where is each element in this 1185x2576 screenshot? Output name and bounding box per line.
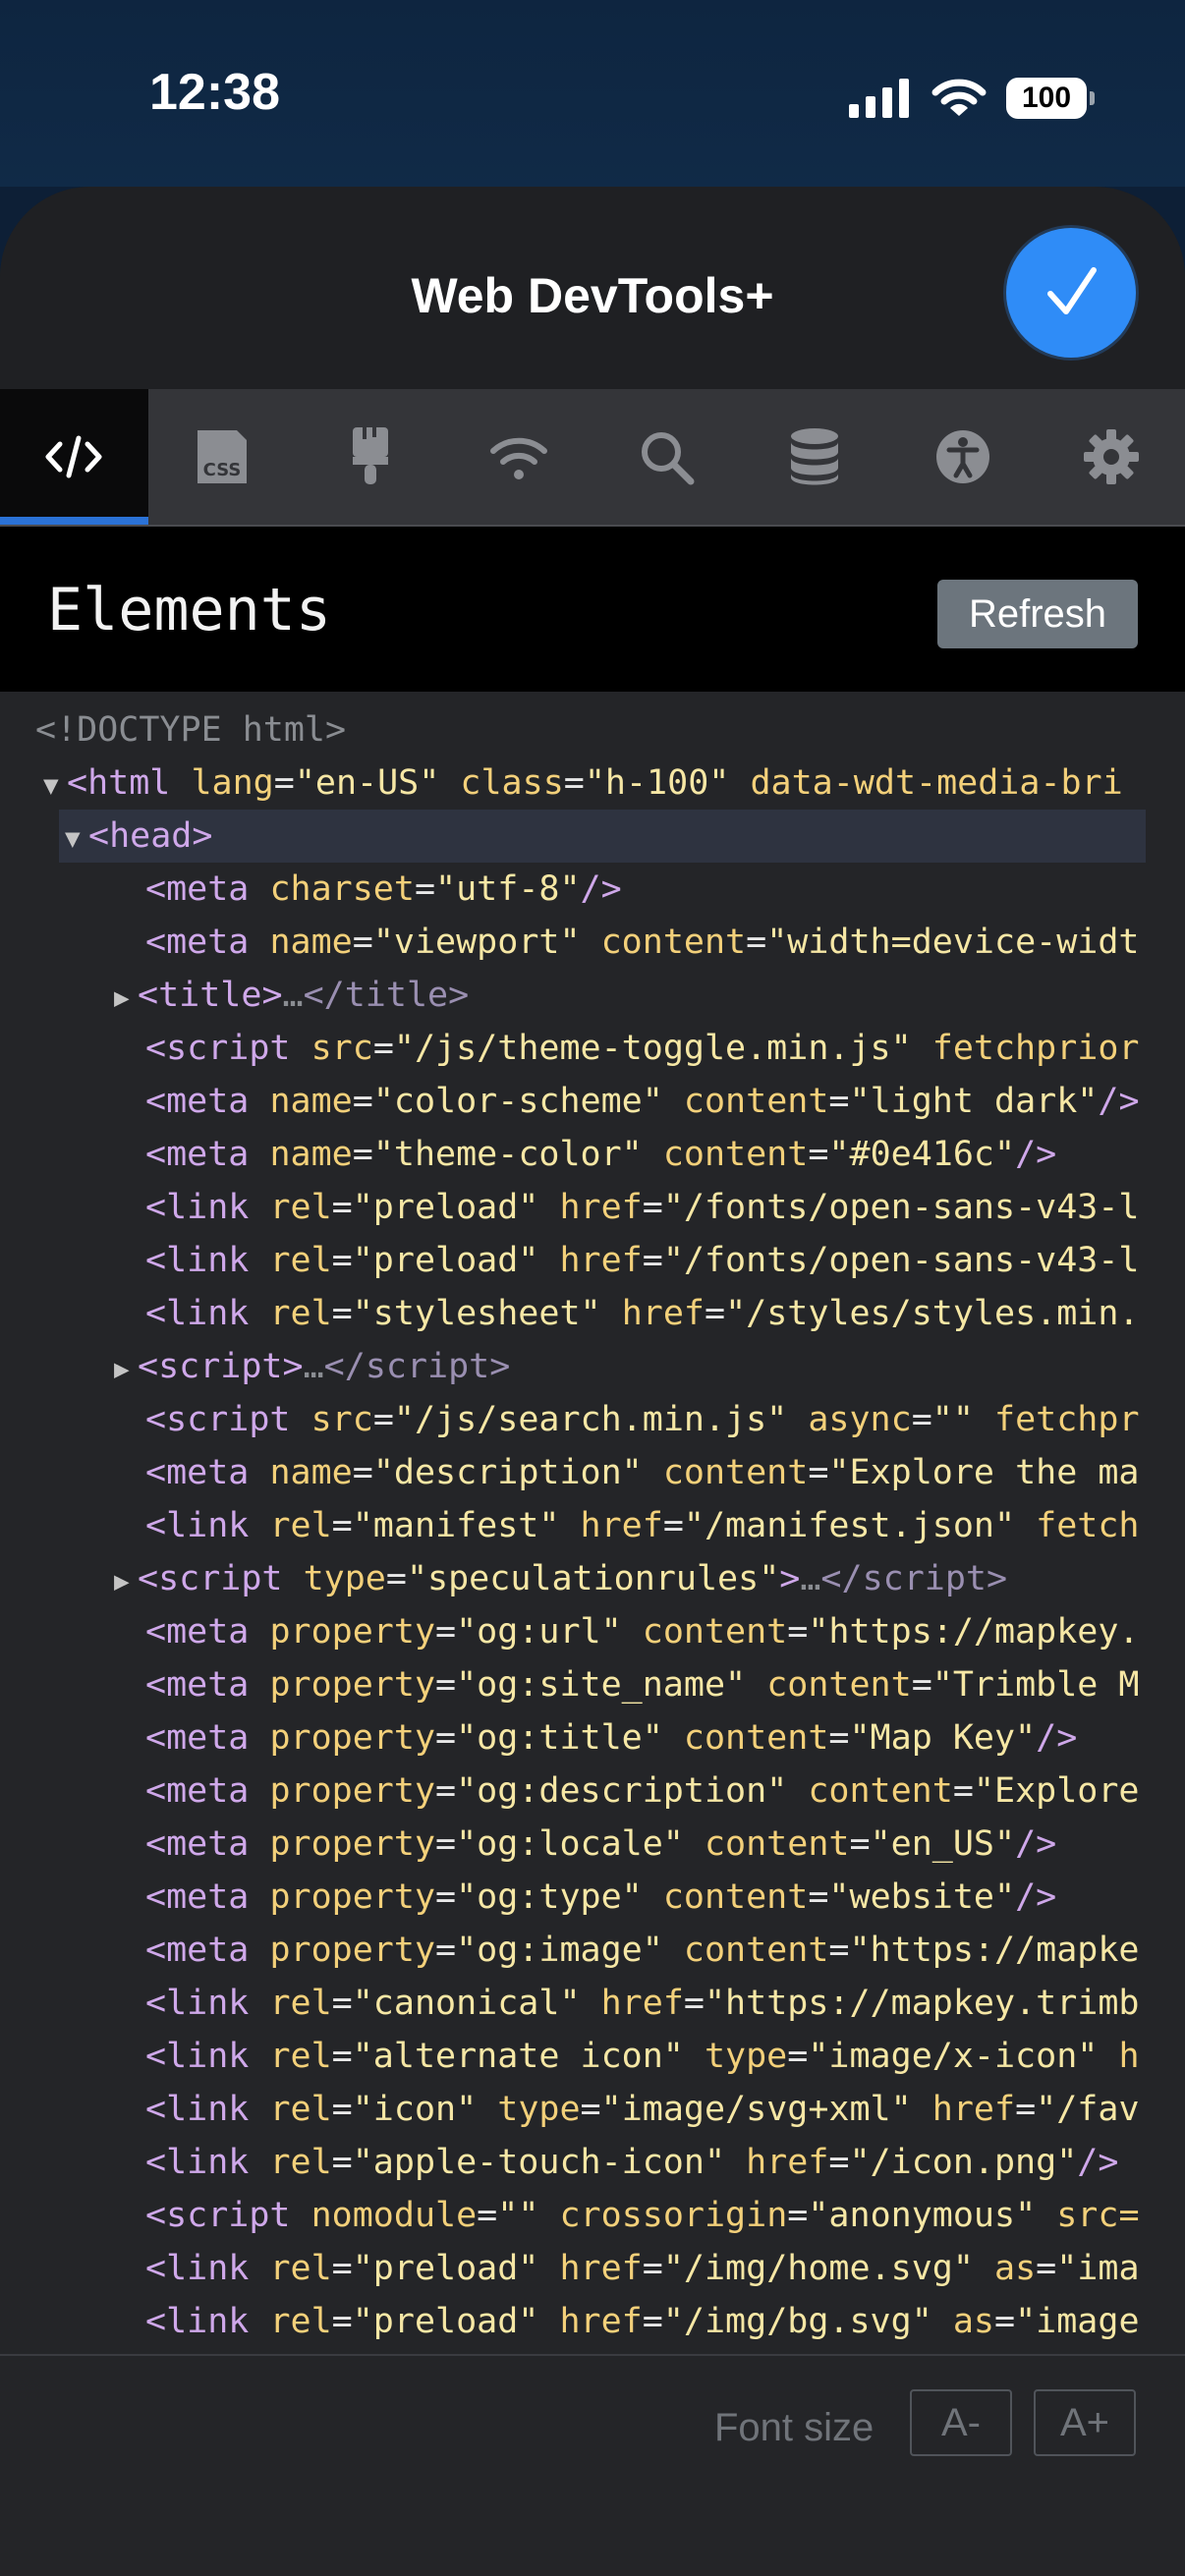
brush-icon <box>352 427 388 484</box>
expand-down-icon[interactable]: ▼ <box>43 759 67 810</box>
dom-node-line[interactable]: <link rel="alternate icon" type="image/x… <box>0 2030 1161 2083</box>
dom-node-line[interactable]: <meta property="og:title" content="Map K… <box>0 1711 1161 1764</box>
dom-node-line[interactable]: <meta name="theme-color" content="#0e416… <box>0 1128 1161 1181</box>
footer-bar: Font size A- A+ <box>0 2354 1185 2576</box>
dom-node-line[interactable]: <link rel="preload" href="/img/bg.svg" a… <box>0 2295 1161 2348</box>
tab-storage[interactable] <box>741 389 889 525</box>
done-button[interactable] <box>1006 228 1136 358</box>
tool-tabbar: CSS <box>0 389 1185 525</box>
status-icons: 100 <box>849 71 1095 126</box>
devtools-sheet: Web DevTools+ CSS Elements Refresh <!DOC… <box>0 187 1185 2576</box>
expand-down-icon[interactable]: ▼ <box>65 812 88 863</box>
dom-node-line[interactable]: <!DOCTYPE html> <box>0 703 1161 756</box>
gear-icon <box>1083 429 1139 484</box>
accessibility-icon <box>935 430 989 483</box>
dom-node-line[interactable]: <meta charset="utf-8"/> <box>0 863 1161 916</box>
dom-node-line[interactable]: <meta name="color-scheme" content="light… <box>0 1075 1161 1128</box>
dom-node-line[interactable]: ▶ <script type="speculationrules">…</scri… <box>0 1552 1161 1605</box>
font-size-label: Font size <box>714 2406 875 2449</box>
dom-node-line[interactable]: <link rel="apple-touch-icon" href="/icon… <box>0 2136 1161 2189</box>
expand-right-icon[interactable]: ▶ <box>114 972 138 1022</box>
dom-node-line[interactable]: ▶ <script>…</script> <box>0 1340 1161 1393</box>
dom-node-line[interactable]: <meta property="og:locale" content="en_U… <box>0 1818 1161 1871</box>
dom-node-line[interactable]: <meta property="og:type" content="websit… <box>0 1871 1161 1924</box>
dom-node-line[interactable]: <meta property="og:description" content=… <box>0 1764 1161 1818</box>
database-icon <box>791 428 839 485</box>
dom-node-line[interactable]: <meta name="description" content="Explor… <box>0 1446 1161 1499</box>
dom-node-line[interactable]: <script nomodule="" crossorigin="anonymo… <box>0 2189 1161 2242</box>
dom-node-line[interactable]: <script src="/js/search.min.js" async=""… <box>0 1393 1161 1446</box>
refresh-button[interactable]: Refresh <box>937 580 1138 648</box>
dom-node-line[interactable]: <link rel="canonical" href="https://mapk… <box>0 1977 1161 2030</box>
expand-right-icon[interactable]: ▶ <box>114 1343 138 1393</box>
tab-settings[interactable] <box>1037 389 1185 525</box>
tab-search[interactable] <box>592 389 741 525</box>
dom-node-line[interactable]: <script src="/js/theme-toggle.min.js" fe… <box>0 1022 1161 1075</box>
dom-node-line[interactable]: <link rel="stylesheet" href="/styles/sty… <box>0 1287 1161 1340</box>
dom-node-line[interactable]: ▼ <html lang="en-US" class="h-100" data-w… <box>0 756 1161 810</box>
status-bar: 12:38 100 <box>0 0 1185 187</box>
sheet-header: Web DevTools+ <box>0 187 1185 389</box>
battery-icon: 100 <box>1006 78 1095 119</box>
dom-node-line[interactable]: <link rel="preload" href="/fonts/open-sa… <box>0 1234 1161 1287</box>
cellular-signal-icon <box>849 79 909 118</box>
code-icon <box>45 435 102 478</box>
tab-elements[interactable] <box>0 389 148 525</box>
dom-node-line[interactable]: ▶ <title>…</title> <box>0 969 1161 1022</box>
css-icon: CSS <box>198 430 248 483</box>
dom-node-line[interactable]: <link rel="icon" type="image/svg+xml" hr… <box>0 2083 1161 2136</box>
dom-tree: <!DOCTYPE html> ▼ <html lang="en-US" class… <box>0 692 1185 2354</box>
tab-accessibility[interactable] <box>889 389 1038 525</box>
dom-node-line[interactable]: <link rel="preload" href="/img/home.svg"… <box>0 2242 1161 2295</box>
expand-right-icon[interactable]: ▶ <box>114 1555 138 1605</box>
panel-header: Elements Refresh <box>0 527 1185 692</box>
tab-network[interactable] <box>444 389 592 525</box>
tab-styles[interactable] <box>297 389 445 525</box>
tab-css[interactable]: CSS <box>148 389 297 525</box>
panel-title: Elements <box>47 576 331 644</box>
font-increase-button[interactable]: A+ <box>1034 2389 1136 2456</box>
font-decrease-button[interactable]: A- <box>910 2389 1012 2456</box>
wifi-status-icon <box>931 79 987 116</box>
wifi-icon <box>489 437 547 479</box>
dom-node-line[interactable]: <link rel="manifest" href="/manifest.jso… <box>0 1499 1161 1552</box>
svg-text:CSS: CSS <box>203 460 242 480</box>
dom-node-line[interactable]: <meta property="og:image" content="https… <box>0 1924 1161 1977</box>
dom-node-line[interactable]: <meta property="og:url" content="https:/… <box>0 1605 1161 1658</box>
search-icon <box>642 432 695 485</box>
dom-node-line[interactable]: <meta property="og:site_name" content="T… <box>0 1658 1161 1711</box>
clock: 12:38 <box>149 64 280 121</box>
dom-node-line[interactable]: ▼ <head> <box>59 810 1146 863</box>
checkmark-icon <box>1047 267 1097 314</box>
dom-node-line[interactable]: <meta name="viewport" content="width=dev… <box>0 916 1161 969</box>
dom-node-line[interactable]: <link rel="preload" href="/fonts/open-sa… <box>0 1181 1161 1234</box>
